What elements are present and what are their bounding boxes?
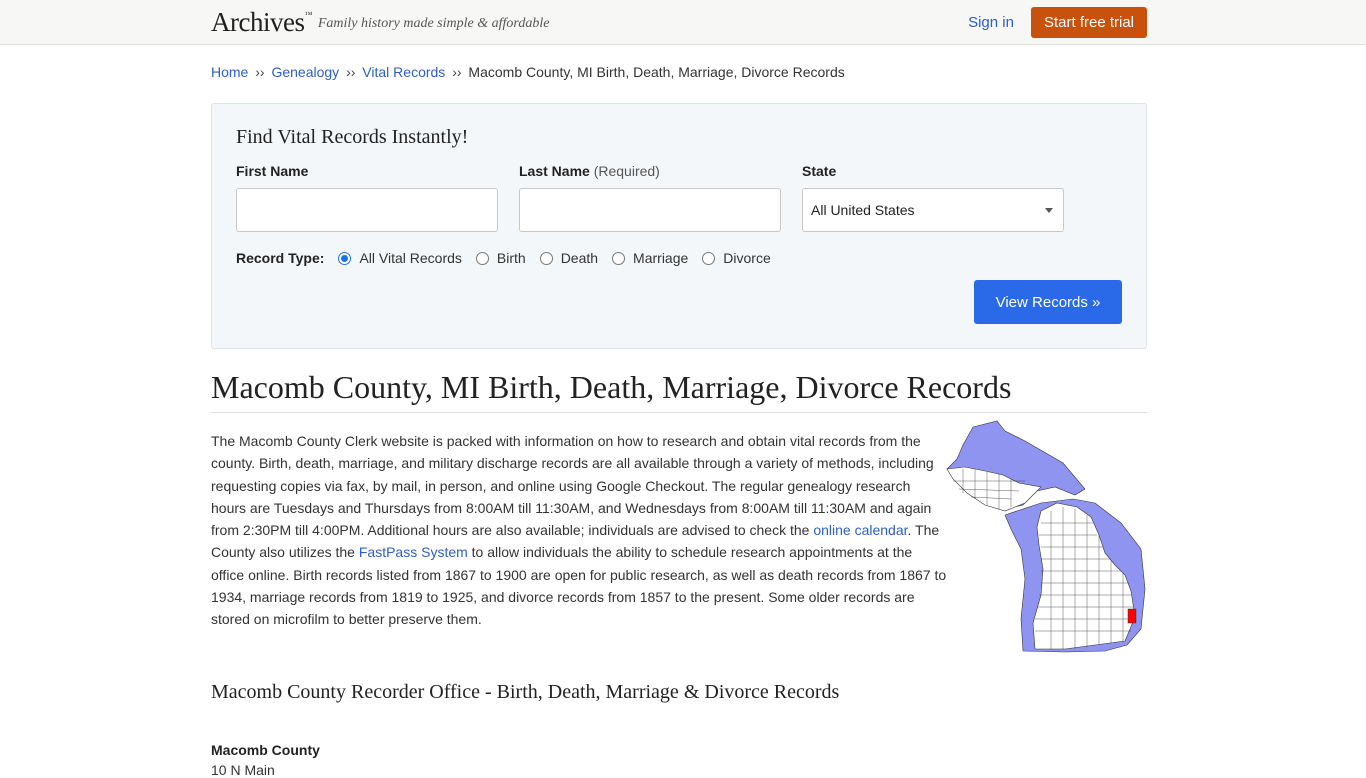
top-bar: Archives™ Family history made simple & a… bbox=[0, 0, 1366, 45]
recorder-office-heading: Macomb County Recorder Office - Birth, D… bbox=[211, 680, 840, 703]
radio-checked-icon[interactable] bbox=[338, 251, 352, 265]
radio-icon[interactable] bbox=[612, 251, 626, 265]
office-name: Macomb County bbox=[211, 741, 320, 758]
record-type-label: Record Type: bbox=[236, 250, 325, 266]
radio-icon[interactable] bbox=[702, 251, 716, 265]
content: The Macomb County Clerk website is packe… bbox=[211, 420, 1147, 778]
record-type-group: Record Type: All Vital Records Birth Dea… bbox=[236, 248, 1122, 268]
radio-icon[interactable] bbox=[539, 251, 553, 265]
state-label: State bbox=[802, 163, 837, 179]
online-calendar-link[interactable]: online calendar bbox=[813, 522, 907, 538]
main-container: Home ›› Genealogy ›› Vital Records ›› Ma… bbox=[211, 45, 1147, 778]
first-name-input[interactable] bbox=[236, 188, 498, 232]
radio-marriage[interactable]: Marriage bbox=[612, 250, 688, 266]
intro-paragraph: The Macomb County Clerk website is packe… bbox=[211, 433, 947, 628]
chevron-down-icon bbox=[1045, 207, 1053, 213]
last-name-input[interactable] bbox=[519, 188, 781, 232]
view-records-button[interactable]: View Records » bbox=[974, 280, 1122, 324]
breadcrumb-vital-records[interactable]: Vital Records bbox=[362, 64, 445, 80]
last-name-label: Last Name (Required) bbox=[519, 163, 660, 179]
first-name-label: First Name bbox=[236, 163, 309, 179]
radio-death[interactable]: Death bbox=[539, 250, 598, 266]
radio-icon[interactable] bbox=[475, 251, 489, 265]
breadcrumb-genealogy[interactable]: Genealogy bbox=[271, 64, 339, 80]
state-select[interactable]: All United States bbox=[802, 188, 1064, 232]
page-title: Macomb County, MI Birth, Death, Marriage… bbox=[211, 369, 1147, 413]
fastpass-system-link[interactable]: FastPass System bbox=[359, 544, 468, 560]
michigan-county-map-icon bbox=[946, 420, 1146, 653]
search-title: Find Vital Records Instantly! bbox=[236, 126, 469, 148]
radio-birth[interactable]: Birth bbox=[475, 250, 526, 266]
sign-in-link[interactable]: Sign in bbox=[968, 14, 1014, 31]
start-free-trial-button[interactable]: Start free trial bbox=[1030, 6, 1147, 38]
breadcrumb-current: Macomb County, MI Birth, Death, Marriage… bbox=[468, 64, 845, 80]
tagline: Family history made simple & affordable bbox=[317, 16, 550, 31]
radio-divorce[interactable]: Divorce bbox=[702, 250, 771, 266]
breadcrumb: Home ›› Genealogy ›› Vital Records ›› Ma… bbox=[211, 64, 845, 80]
search-panel: Find Vital Records Instantly! First Name… bbox=[211, 103, 1147, 349]
office-address-line: 10 N Main bbox=[211, 761, 275, 778]
breadcrumb-home[interactable]: Home bbox=[211, 64, 248, 80]
archives-logo[interactable]: Archives™ bbox=[211, 8, 312, 36]
radio-all-vital-records[interactable]: All Vital Records bbox=[338, 250, 462, 266]
